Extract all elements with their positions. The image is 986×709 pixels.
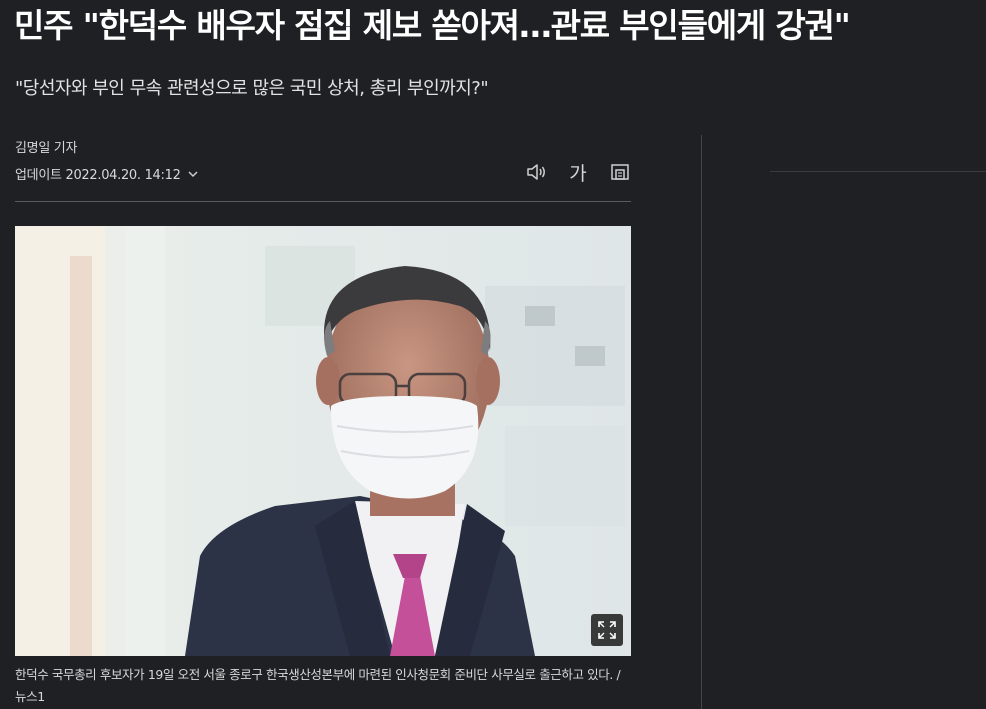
author-byline[interactable]: 김명일 기자 — [15, 137, 77, 156]
sidebar-divider — [770, 171, 986, 172]
photo-caption: 한덕수 국무총리 후보자가 19일 오전 서울 종로구 한국생산성본부에 마련된… — [15, 667, 621, 704]
article-tools: 가 — [524, 160, 632, 185]
column-divider — [701, 135, 702, 709]
chevron-down-icon[interactable] — [187, 168, 199, 180]
print-icon[interactable] — [608, 160, 632, 184]
article-headline: 민주 "한덕수 배우자 점집 제보 쏟아져…관료 부인들에게 강권" — [14, 6, 851, 45]
update-time[interactable]: 업데이트 2022.04.20. 14:12 — [15, 164, 199, 183]
font-size-icon[interactable]: 가 — [566, 160, 590, 185]
header-divider — [15, 201, 631, 202]
update-time-label: 업데이트 2022.04.20. 14:12 — [15, 168, 181, 183]
article-subtitle: "당선자와 부인 무속 관련성으로 많은 국민 상처, 총리 부인까지?" — [15, 78, 489, 99]
article-photo[interactable] — [15, 226, 631, 656]
expand-icon[interactable] — [591, 614, 623, 646]
speaker-icon[interactable] — [524, 160, 548, 184]
